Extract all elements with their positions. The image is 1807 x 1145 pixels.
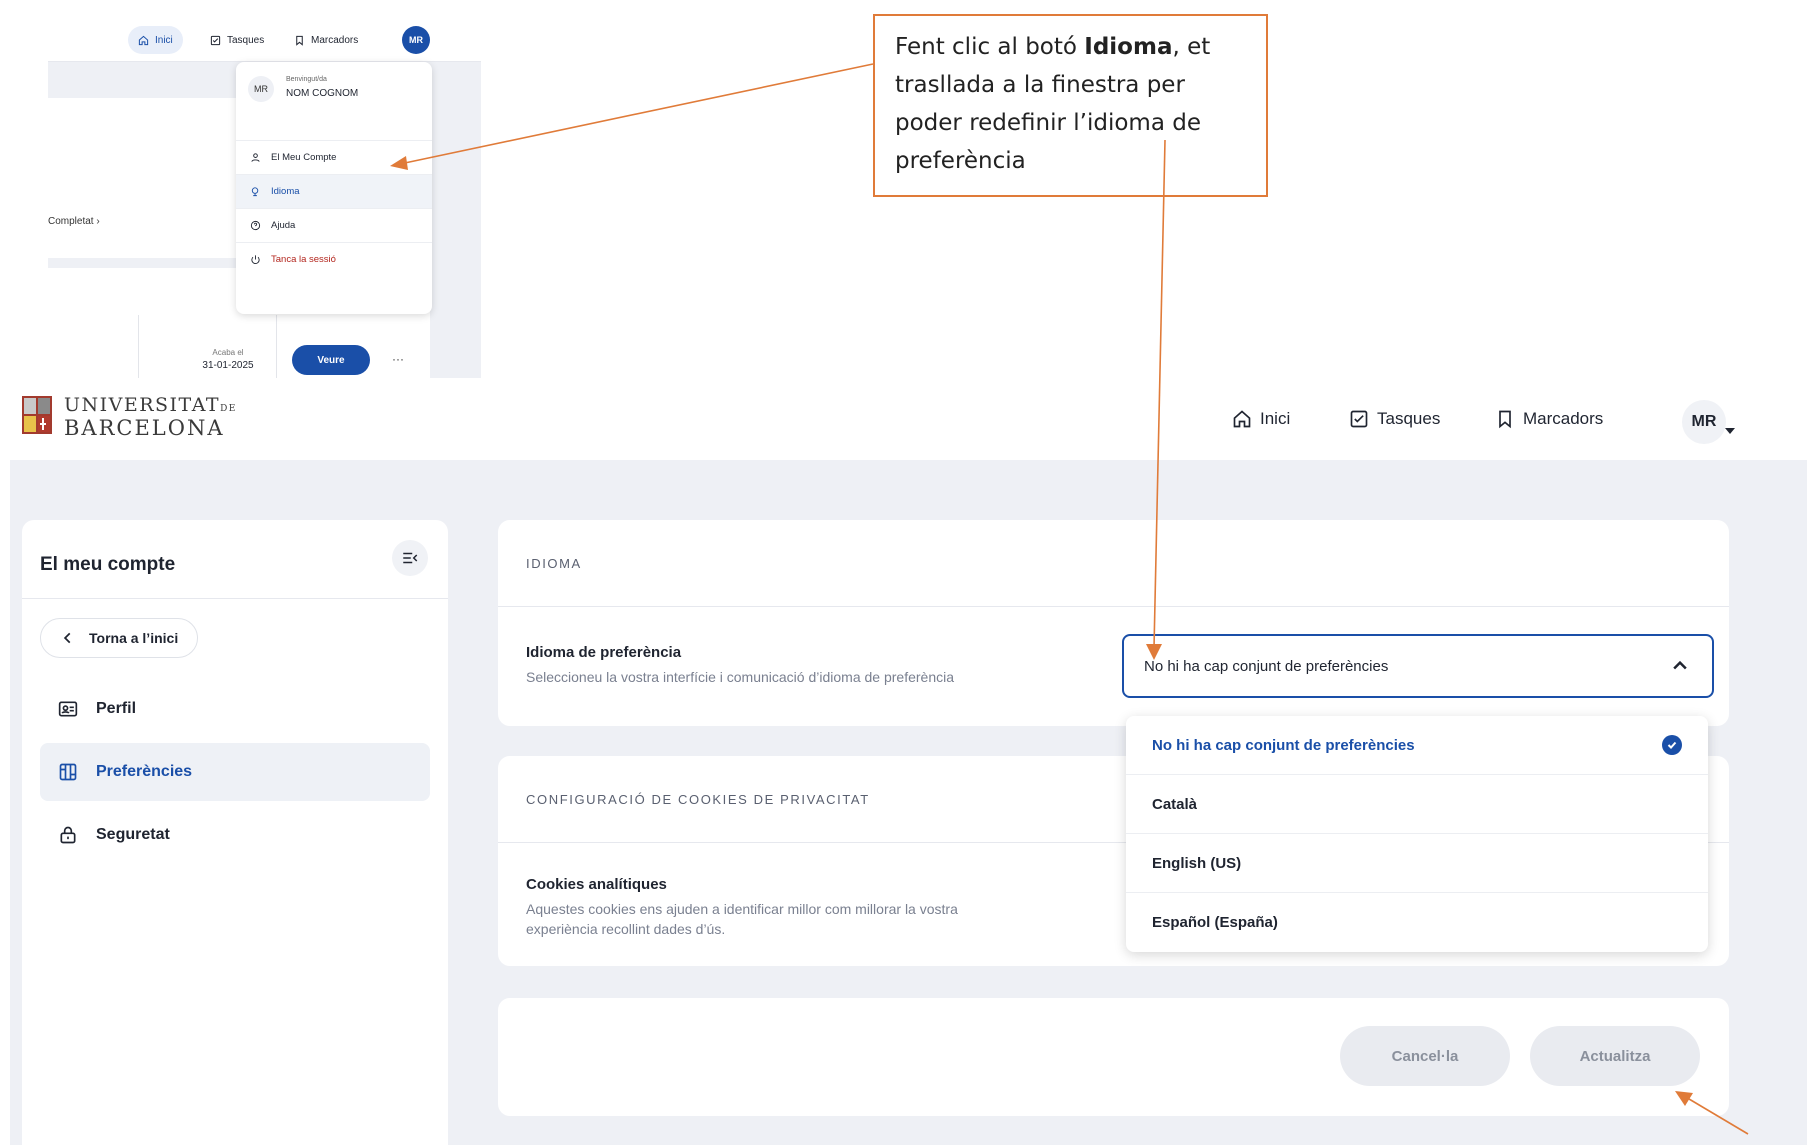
language-select-value: No hi ha cap conjunt de preferències bbox=[1144, 657, 1389, 675]
tasks-icon bbox=[1350, 410, 1368, 428]
help-icon bbox=[250, 220, 261, 231]
sidebar-title: El meu compte bbox=[40, 554, 176, 575]
language-option-espanol[interactable]: Español (España) bbox=[1126, 893, 1708, 952]
sidebar-item-label: Seguretat bbox=[96, 826, 170, 843]
user-icon bbox=[251, 153, 260, 162]
inset-avatar[interactable]: MR bbox=[402, 26, 430, 54]
inset-menu-welcome: Benvingut/da bbox=[286, 76, 327, 83]
language-field-help: Seleccioneu la vostra interfície i comun… bbox=[526, 669, 954, 685]
inset-menu-item-label: Idioma bbox=[271, 186, 300, 197]
annotation-prefix: Fent clic al botó bbox=[895, 34, 1085, 60]
inset-menu-item-help[interactable]: Ajuda bbox=[236, 208, 432, 242]
inset-more-button[interactable]: ··· bbox=[392, 352, 404, 366]
nav-home-label: Inici bbox=[1260, 409, 1291, 428]
tasks-icon bbox=[210, 35, 221, 45]
nav-tasks[interactable]: Tasques bbox=[1349, 402, 1440, 436]
main-app: UNIVERSITATDE BARCELONA Inici Tasques Ma… bbox=[10, 378, 1807, 1145]
nav-tasks-label: Tasques bbox=[1377, 409, 1441, 428]
cookies-field-label: Cookies analítiques bbox=[526, 876, 667, 893]
chevron-left-icon bbox=[63, 632, 71, 644]
nav-bookmarks-label: Marcadors bbox=[1523, 409, 1604, 428]
logo-line1-text: UNIVERSITAT bbox=[64, 394, 221, 416]
inset-screenshot: Inici Tasques Marcadors MR Completat › A… bbox=[48, 10, 481, 378]
university-crest-icon bbox=[22, 396, 52, 434]
inset-menu-item-label: Tanca la sessió bbox=[271, 254, 336, 265]
card-divider bbox=[498, 606, 1729, 607]
home-icon bbox=[1233, 410, 1251, 428]
logo-de: DE bbox=[220, 404, 237, 414]
back-to-home-label: Torna a l’inici bbox=[89, 630, 179, 646]
chevron-up-icon bbox=[1673, 660, 1687, 670]
app-header: UNIVERSITATDE BARCELONA Inici Tasques Ma… bbox=[10, 378, 1807, 460]
profile-card-icon bbox=[58, 701, 78, 717]
cookies-heading: CONFIGURACIÓ DE COOKIES DE PRIVACITAT bbox=[526, 792, 870, 807]
check-icon bbox=[1662, 735, 1682, 755]
inset-nav-home[interactable]: Inici bbox=[128, 26, 183, 54]
inset-nav-tasks[interactable]: Tasques bbox=[200, 26, 274, 54]
language-option-catala[interactable]: Català bbox=[1126, 775, 1708, 834]
language-dropdown: No hi ha cap conjunt de preferències Cat… bbox=[1126, 716, 1708, 952]
language-option-none[interactable]: No hi ha cap conjunt de preferències bbox=[1126, 716, 1708, 775]
sidebar-collapse-button[interactable] bbox=[392, 540, 428, 576]
inset-menu-avatar: MR bbox=[248, 76, 274, 102]
annotation-bold: Idioma bbox=[1084, 34, 1173, 60]
language-field-label: Idioma de preferència bbox=[526, 644, 682, 661]
home-icon bbox=[138, 35, 149, 45]
language-option-english[interactable]: English (US) bbox=[1126, 834, 1708, 893]
sidebar-item-label: Perfil bbox=[96, 700, 137, 717]
bookmark-icon bbox=[1499, 410, 1511, 429]
lock-icon bbox=[60, 826, 76, 844]
inset-completat-label: Completat bbox=[48, 216, 94, 227]
inset-end-label: Acaba el bbox=[212, 348, 244, 357]
inset-menu-item-account[interactable]: El Meu Compte bbox=[236, 140, 432, 174]
language-heading: IDIOMA bbox=[526, 556, 582, 571]
caret-down-icon[interactable] bbox=[1725, 428, 1735, 434]
cookies-field-help-line1: Aquestes cookies ens ajuden a identifica… bbox=[526, 901, 958, 917]
inset-menu-item-label: Ajuda bbox=[271, 220, 296, 231]
sidebar-item-preferences[interactable]: Preferències bbox=[40, 743, 430, 801]
sidebar-divider bbox=[22, 598, 448, 599]
inset-user-menu: MR Benvingut/da NOM COGNOM El Meu Compte… bbox=[236, 62, 432, 314]
user-avatar[interactable]: MR bbox=[1682, 400, 1726, 444]
sidebar-item-security[interactable]: Seguretat bbox=[40, 806, 430, 864]
language-option-label: No hi ha cap conjunt de preferències bbox=[1152, 736, 1415, 754]
inset-divider bbox=[276, 315, 277, 378]
power-icon bbox=[251, 255, 260, 264]
cookies-field-help-line2: experiència recollint dades d’ús. bbox=[526, 921, 726, 937]
chevron-right-icon: › bbox=[96, 216, 100, 227]
inset-divider bbox=[138, 315, 139, 378]
account-sidebar: El meu compte Torna a l’inici Perfil Pre… bbox=[22, 520, 448, 1145]
bookmark-icon bbox=[296, 35, 303, 46]
inset-menu-item-logout[interactable]: Tanca la sessió bbox=[236, 242, 432, 276]
inset-nav-tasks-label: Tasques bbox=[227, 34, 265, 46]
sidebar-item-label: Preferències bbox=[96, 763, 193, 780]
inset-end-date: 31-01-2025 bbox=[202, 360, 254, 371]
inset-nav-bookmarks-label: Marcadors bbox=[311, 34, 359, 46]
collapse-menu-icon bbox=[403, 552, 418, 564]
language-select[interactable]: No hi ha cap conjunt de preferències bbox=[1122, 634, 1714, 698]
inset-nav-bookmarks[interactable]: Marcadors bbox=[284, 26, 368, 54]
preferences-grid-icon bbox=[59, 763, 77, 781]
language-option-label: Español (España) bbox=[1152, 914, 1278, 931]
annotation-callout: Fent clic al botó Idioma, et trasllada a… bbox=[873, 14, 1268, 197]
inset-header: Inici Tasques Marcadors MR bbox=[48, 10, 481, 62]
logo-line2: BARCELONA bbox=[64, 416, 225, 440]
nav-home[interactable]: Inici bbox=[1232, 402, 1290, 436]
back-to-home-button[interactable]: Torna a l’inici bbox=[40, 618, 198, 658]
inset-menu-name: NOM COGNOM bbox=[286, 88, 359, 99]
logo-line1: UNIVERSITATDE bbox=[64, 394, 237, 416]
language-option-label: Català bbox=[1152, 795, 1198, 813]
language-icon bbox=[251, 187, 259, 197]
cancel-button[interactable]: Cancel·la bbox=[1340, 1026, 1510, 1086]
language-option-label: English (US) bbox=[1152, 854, 1242, 872]
nav-bookmarks[interactable]: Marcadors bbox=[1495, 402, 1603, 436]
inset-completat[interactable]: Completat › bbox=[48, 216, 100, 227]
inset-view-button[interactable]: Veure bbox=[292, 345, 370, 375]
inset-menu-item-language[interactable]: Idioma bbox=[236, 174, 432, 208]
inset-nav-home-label: Inici bbox=[155, 34, 173, 46]
update-button[interactable]: Actualitza bbox=[1530, 1026, 1700, 1086]
inset-menu-item-label: El Meu Compte bbox=[271, 152, 337, 163]
sidebar-item-profile[interactable]: Perfil bbox=[40, 680, 430, 738]
